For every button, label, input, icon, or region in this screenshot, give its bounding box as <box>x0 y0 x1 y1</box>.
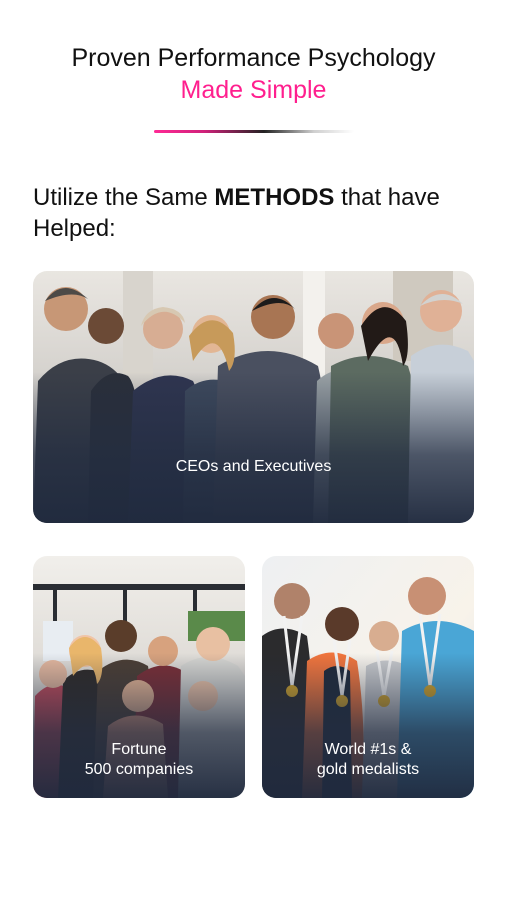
fortune-label-line2: 500 companies <box>84 761 194 778</box>
ceos-card[interactable]: CEOs and Executives <box>33 271 474 523</box>
fortune-500-card[interactable]: Fortune 500 companies <box>33 556 245 798</box>
page-header: Proven Performance Psychology Made Simpl… <box>0 42 507 106</box>
page-subtitle: Made Simple <box>180 76 327 104</box>
page-title: Proven Performance Psychology <box>71 44 436 72</box>
medalists-card[interactable]: World #1s & gold medalists <box>262 556 474 798</box>
title-divider <box>154 130 354 133</box>
medalists-label-line2: gold medalists <box>316 761 420 778</box>
medalists-card-label: World #1s & gold medalists <box>262 740 474 780</box>
medalists-label-line1: World #1s & <box>324 741 412 758</box>
ceos-card-label: CEOs and Executives <box>175 458 332 475</box>
intro-prefix: Utilize the Same <box>33 184 215 211</box>
intro-emphasis: METHODS <box>214 184 335 211</box>
card-shade <box>33 371 474 523</box>
intro-text: Utilize the Same METHODS that have Helpe… <box>33 182 473 244</box>
fortune-500-card-label: Fortune 500 companies <box>33 740 245 780</box>
fortune-label-line1: Fortune <box>111 741 167 758</box>
